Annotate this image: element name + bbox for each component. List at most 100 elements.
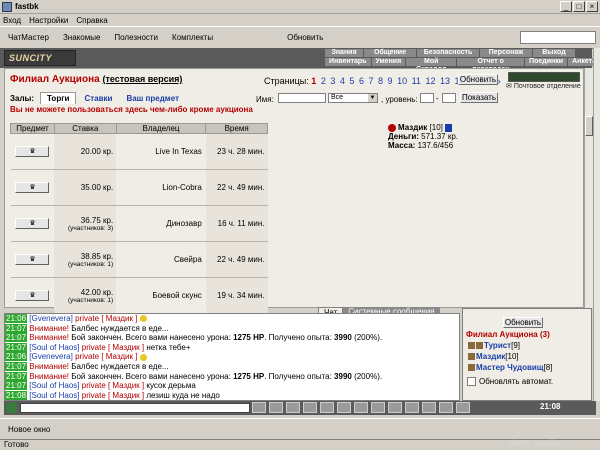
info-icon[interactable] — [444, 123, 452, 132]
checkbox-box[interactable] — [467, 377, 476, 386]
scroll-icon[interactable] — [320, 402, 334, 413]
item-icon[interactable]: ♛ — [15, 290, 50, 301]
clock: 21:08 — [540, 402, 561, 411]
tab-my-scroll[interactable]: Мой Скроллл — [406, 58, 457, 73]
chat-sender[interactable]: [Gvenevera] — [29, 314, 73, 323]
level-min-input[interactable] — [420, 93, 434, 103]
name-input[interactable] — [278, 93, 326, 103]
chat-private-tag[interactable]: private [ Маздик ] — [82, 391, 144, 400]
chat-private-tag[interactable]: private [ Маздик ] — [82, 343, 144, 352]
map-icon[interactable] — [422, 402, 436, 413]
menu-help[interactable]: Справка — [76, 16, 107, 25]
back-icon[interactable] — [252, 402, 266, 413]
tab-battles[interactable]: Поединки — [525, 58, 568, 66]
item-icon[interactable]: ♛ — [15, 254, 50, 265]
list-icon[interactable] — [354, 402, 368, 413]
toolbar-chatmaster[interactable]: ЧатМастер — [8, 33, 49, 42]
settings-icon[interactable] — [456, 402, 470, 413]
toolbar-sets[interactable]: Комплекты — [172, 33, 213, 42]
bottom-tab-strip — [0, 418, 600, 438]
content-scrollbar[interactable] — [584, 68, 593, 308]
page-link[interactable]: 13 — [440, 76, 450, 86]
chat-mode-icon[interactable] — [6, 402, 17, 413]
chat-message: . Получено опыта: — [264, 333, 335, 343]
chat-warning: Внимание! — [29, 323, 69, 333]
page-link[interactable]: 3 — [330, 76, 335, 86]
player-name[interactable]: Маздик — [398, 123, 427, 132]
sword-icon[interactable] — [405, 402, 419, 413]
toolbar-utilities[interactable]: Полезности — [114, 33, 158, 42]
page-link[interactable]: 11 — [412, 76, 421, 86]
window-scrollbar[interactable] — [593, 48, 600, 401]
scroll-thumb[interactable] — [585, 116, 593, 136]
chat-sender[interactable]: [Soul of Haos] — [29, 343, 79, 352]
page-link[interactable]: 4 — [340, 76, 345, 86]
tab-knowledge[interactable]: Знания — [325, 49, 363, 57]
page-link[interactable]: 5 — [349, 76, 354, 86]
people-icon[interactable] — [388, 402, 402, 413]
show-button[interactable]: Показать — [460, 92, 498, 103]
tab-skills[interactable]: Умения — [371, 58, 406, 66]
menu-login[interactable]: Вход — [3, 16, 21, 25]
bag-icon[interactable] — [269, 402, 283, 413]
chat-private-tag[interactable]: private [ Маздик ] — [75, 314, 137, 323]
tab-trades[interactable]: Торги — [40, 92, 77, 104]
room-user[interactable]: Маздик[10] — [468, 352, 519, 361]
page-link[interactable]: 9 — [388, 76, 393, 86]
room-user[interactable]: Турист[9] — [468, 341, 520, 350]
auction-version: (тестовая версия) — [102, 74, 183, 84]
chat-input[interactable] — [20, 403, 250, 413]
col-time: Время — [205, 123, 268, 134]
current-page: 1 — [311, 76, 317, 86]
item-icon[interactable]: ♛ — [15, 146, 50, 157]
page-link[interactable]: 7 — [368, 76, 373, 86]
chat-sender[interactable]: [Soul of Haos] — [29, 391, 79, 400]
tab-character[interactable]: Персонаж — [480, 49, 532, 57]
hand-icon[interactable] — [371, 402, 385, 413]
page-link[interactable]: 8 — [378, 76, 383, 86]
page-link[interactable]: 10 — [397, 76, 407, 86]
col-owner: Владелец — [115, 123, 207, 134]
room-user[interactable]: Мастер Чудовищ[8] — [468, 363, 552, 372]
auto-refresh-checkbox[interactable]: Обновлять автомат. — [467, 377, 553, 386]
brush-icon[interactable] — [286, 402, 300, 413]
smile-icon — [139, 353, 147, 361]
tab-bids[interactable]: Ставки — [78, 93, 118, 104]
page-link[interactable]: 2 — [321, 76, 326, 86]
minimize-button[interactable]: _ — [560, 1, 572, 12]
mass-value: 137.6/456 — [417, 141, 454, 150]
refresh-button[interactable]: Обновить — [458, 74, 498, 85]
halls-label: Залы: — [10, 93, 35, 103]
close-button[interactable]: × — [586, 1, 598, 12]
maximize-button[interactable]: □ — [573, 1, 585, 12]
trade-icon[interactable] — [337, 402, 351, 413]
chat-private-tag[interactable]: private [ Маздик ] — [82, 381, 144, 390]
toolbar-refresh[interactable]: Обновить — [287, 33, 323, 42]
category-select[interactable]: Все ▼ — [328, 93, 378, 103]
new-window-tab[interactable]: Новое окно — [8, 425, 50, 434]
tab-your-item[interactable]: Ваш предмет — [120, 93, 185, 104]
filter-icon[interactable] — [303, 402, 317, 413]
item-icon[interactable]: ♛ — [15, 218, 50, 229]
page-link[interactable]: 12 — [425, 76, 435, 86]
menu-settings[interactable]: Настройки — [29, 16, 68, 25]
room-refresh-button[interactable]: Обновить — [503, 317, 543, 328]
tab-communication[interactable]: Общение — [364, 49, 416, 57]
chat-sender[interactable]: [Gvenevera] — [29, 352, 73, 361]
gift-icon[interactable] — [439, 402, 453, 413]
user-icon — [468, 364, 475, 372]
toolbar-address-box[interactable] — [520, 31, 596, 44]
level-max-input[interactable] — [442, 93, 456, 103]
toolbar-friends[interactable]: Знакомые — [63, 33, 100, 42]
item-icon[interactable]: ♛ — [15, 182, 50, 193]
tab-security[interactable]: Безопасность — [417, 49, 479, 57]
owner-name: Lion-Cobra — [116, 169, 206, 206]
tab-exit[interactable]: Выход — [533, 49, 575, 57]
table-row: ♛ 38.85 кр. (участников: 1) Свейра 22 ч. … — [10, 241, 268, 278]
chat-sender[interactable]: [Soul of Haos] — [29, 381, 79, 390]
tab-transfer-report[interactable]: Отчет о переводах — [457, 58, 525, 73]
chat-private-tag[interactable]: private [ Маздик ] — [75, 352, 137, 361]
tab-inventory[interactable]: Инвентарь — [325, 58, 371, 66]
mail-link[interactable]: ✉ Почтовое отделение — [506, 82, 581, 90]
page-link[interactable]: 6 — [359, 76, 364, 86]
